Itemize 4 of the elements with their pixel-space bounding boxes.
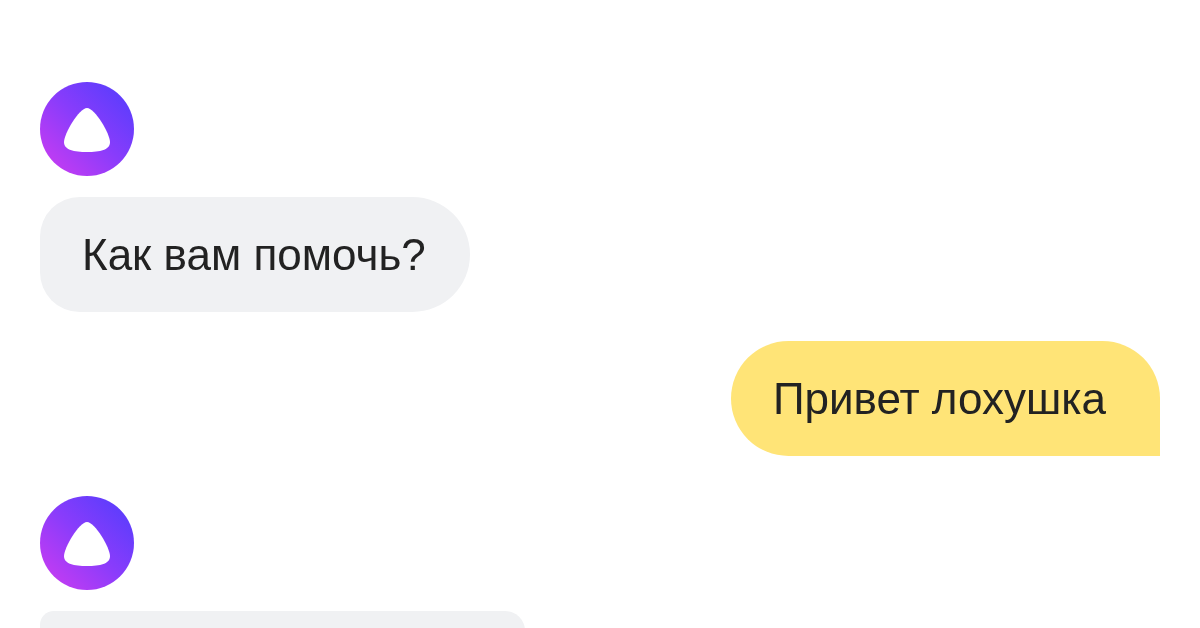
assistant-logo-icon — [40, 82, 134, 176]
assistant-message-bubble: Как вам помочь? — [40, 197, 470, 312]
user-message-bubble: Привет лохушка — [730, 341, 1160, 456]
assistant-logo-icon — [40, 496, 134, 590]
